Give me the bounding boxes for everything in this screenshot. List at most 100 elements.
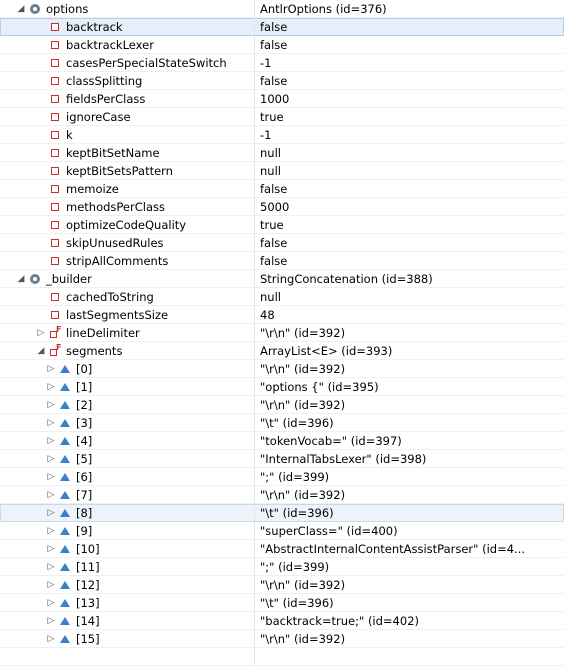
- tree-row[interactable]: ▷ [13] "\t" (id=396): [0, 594, 564, 612]
- tree-row[interactable]: ignoreCase true: [0, 108, 564, 126]
- expand-arrow-icon[interactable]: ▷: [36, 328, 46, 338]
- column-divider: [254, 648, 255, 665]
- expand-arrow-icon[interactable]: ▷: [46, 490, 56, 500]
- tree-row[interactable]: cachedToString null: [0, 288, 564, 306]
- private-field-icon: [49, 219, 61, 231]
- expand-arrow-icon[interactable]: ▷: [46, 436, 56, 446]
- variable-name: methodsPerClass: [66, 200, 165, 214]
- expand-arrow-icon[interactable]: ▷: [46, 364, 56, 374]
- tree-row[interactable]: ◢ _builder StringConcatenation (id=388): [0, 270, 564, 288]
- collapse-arrow-icon[interactable]: ◢: [36, 346, 46, 356]
- column-divider: [254, 324, 255, 341]
- column-divider: [254, 540, 255, 557]
- column-divider: [254, 396, 255, 413]
- variable-name: [10]: [76, 542, 100, 556]
- variable-name: k: [66, 128, 73, 142]
- tree-row[interactable]: ▷ [12] "\r\n" (id=392): [0, 576, 564, 594]
- variable-value: "\r\n" (id=392): [260, 632, 346, 646]
- tree-row[interactable]: ▷ [4] "tokenVocab=" (id=397): [0, 432, 564, 450]
- variable-name: memoize: [66, 182, 119, 196]
- tree-row[interactable]: ▷ [3] "\t" (id=396): [0, 414, 564, 432]
- column-divider: [254, 612, 255, 629]
- tree-row[interactable]: ▷ FlineDelimiter "\r\n" (id=392): [0, 324, 564, 342]
- array-element-icon: [59, 399, 71, 411]
- tree-row[interactable]: ▷ [8] "\t" (id=396): [0, 504, 564, 522]
- expand-arrow-icon[interactable]: ▷: [46, 634, 56, 644]
- column-divider: [254, 180, 255, 197]
- tree-row[interactable]: keptBitSetName null: [0, 144, 564, 162]
- tree-row[interactable]: casesPerSpecialStateSwitch -1: [0, 54, 564, 72]
- variable-name: backtrackLexer: [66, 38, 154, 52]
- variable-value: false: [260, 254, 288, 268]
- tree-row[interactable]: lastSegmentsSize 48: [0, 306, 564, 324]
- array-element-icon: [59, 561, 71, 573]
- variable-value: -1: [260, 56, 272, 70]
- tree-row[interactable]: ▷ [11] ";" (id=399): [0, 558, 564, 576]
- array-element-icon: [59, 489, 71, 501]
- tree-row[interactable]: ▷ [14] "backtrack=true;" (id=402): [0, 612, 564, 630]
- tree-row[interactable]: fieldsPerClass 1000: [0, 90, 564, 108]
- column-divider: [254, 72, 255, 89]
- tree-row[interactable]: methodsPerClass 5000: [0, 198, 564, 216]
- variable-value: ArrayList<E> (id=393): [260, 344, 393, 358]
- object-field-icon: [29, 3, 41, 15]
- variable-name: [3]: [76, 416, 93, 430]
- variable-name: [13]: [76, 596, 100, 610]
- array-element-icon: [59, 381, 71, 393]
- tree-row[interactable]: k -1: [0, 126, 564, 144]
- column-divider: [254, 558, 255, 575]
- private-field-icon: [49, 129, 61, 141]
- column-divider: [254, 288, 255, 305]
- column-divider: [254, 252, 255, 269]
- tree-row[interactable]: ▷ [2] "\r\n" (id=392): [0, 396, 564, 414]
- private-field-icon: [49, 291, 61, 303]
- variable-name: fieldsPerClass: [66, 92, 146, 106]
- expand-arrow-icon[interactable]: ▷: [46, 598, 56, 608]
- tree-row[interactable]: ◢ Fsegments ArrayList<E> (id=393): [0, 342, 564, 360]
- expand-arrow-icon[interactable]: ▷: [46, 580, 56, 590]
- expand-arrow-icon[interactable]: ▷: [46, 382, 56, 392]
- expand-arrow-icon[interactable]: ▷: [46, 418, 56, 428]
- column-divider: [254, 144, 255, 161]
- collapse-arrow-icon[interactable]: ◢: [16, 274, 26, 284]
- final-field-icon: F: [49, 343, 61, 357]
- tree-row[interactable]: ▷ [7] "\r\n" (id=392): [0, 486, 564, 504]
- variable-name: classSplitting: [66, 74, 143, 88]
- private-field-icon: [49, 309, 61, 321]
- tree-row[interactable]: skipUnusedRules false: [0, 234, 564, 252]
- expand-arrow-icon[interactable]: ▷: [46, 616, 56, 626]
- expand-arrow-icon[interactable]: ▷: [46, 400, 56, 410]
- tree-row[interactable]: ▷ [10] "AbstractInternalContentAssistParse…: [0, 540, 564, 558]
- variable-name: stripAllComments: [66, 254, 169, 268]
- variable-value: "\r\n" (id=392): [260, 578, 346, 592]
- tree-row[interactable]: ▷ [5] "InternalTabsLexer" (id=398): [0, 450, 564, 468]
- tree-row[interactable]: ▷ [0] "\r\n" (id=392): [0, 360, 564, 378]
- tree-row[interactable]: ▷ [1] "options {" (id=395): [0, 378, 564, 396]
- expand-arrow-icon[interactable]: ▷: [46, 544, 56, 554]
- tree-row[interactable]: backtrack false: [0, 18, 564, 36]
- tree-row[interactable]: optimizeCodeQuality true: [0, 216, 564, 234]
- tree-row[interactable]: classSplitting false: [0, 72, 564, 90]
- expand-arrow-icon[interactable]: ▷: [46, 454, 56, 464]
- variable-value: false: [260, 20, 288, 34]
- column-divider: [254, 630, 255, 647]
- array-element-icon: [59, 633, 71, 645]
- expand-arrow-icon[interactable]: ▷: [46, 508, 56, 518]
- tree-row[interactable]: backtrackLexer false: [0, 36, 564, 54]
- private-field-icon: [49, 75, 61, 87]
- tree-row[interactable]: memoize false: [0, 180, 564, 198]
- expand-arrow-icon[interactable]: ▷: [46, 526, 56, 536]
- variable-name: keptBitSetsPattern: [66, 164, 173, 178]
- variable-name: [0]: [76, 362, 93, 376]
- tree-row[interactable]: ▷ [9] "superClass=" (id=400): [0, 522, 564, 540]
- tree-row[interactable]: ◢ options AntlrOptions (id=376): [0, 0, 564, 18]
- variable-value: null: [260, 146, 281, 160]
- expand-arrow-icon[interactable]: ▷: [46, 472, 56, 482]
- collapse-arrow-icon[interactable]: ◢: [16, 4, 26, 14]
- tree-row[interactable]: ▷ [6] ";" (id=399): [0, 468, 564, 486]
- expand-arrow-icon[interactable]: ▷: [46, 562, 56, 572]
- tree-row[interactable]: keptBitSetsPattern null: [0, 162, 564, 180]
- tree-row[interactable]: ▷ [15] "\r\n" (id=392): [0, 630, 564, 648]
- variable-name: [6]: [76, 470, 93, 484]
- tree-row[interactable]: stripAllComments false: [0, 252, 564, 270]
